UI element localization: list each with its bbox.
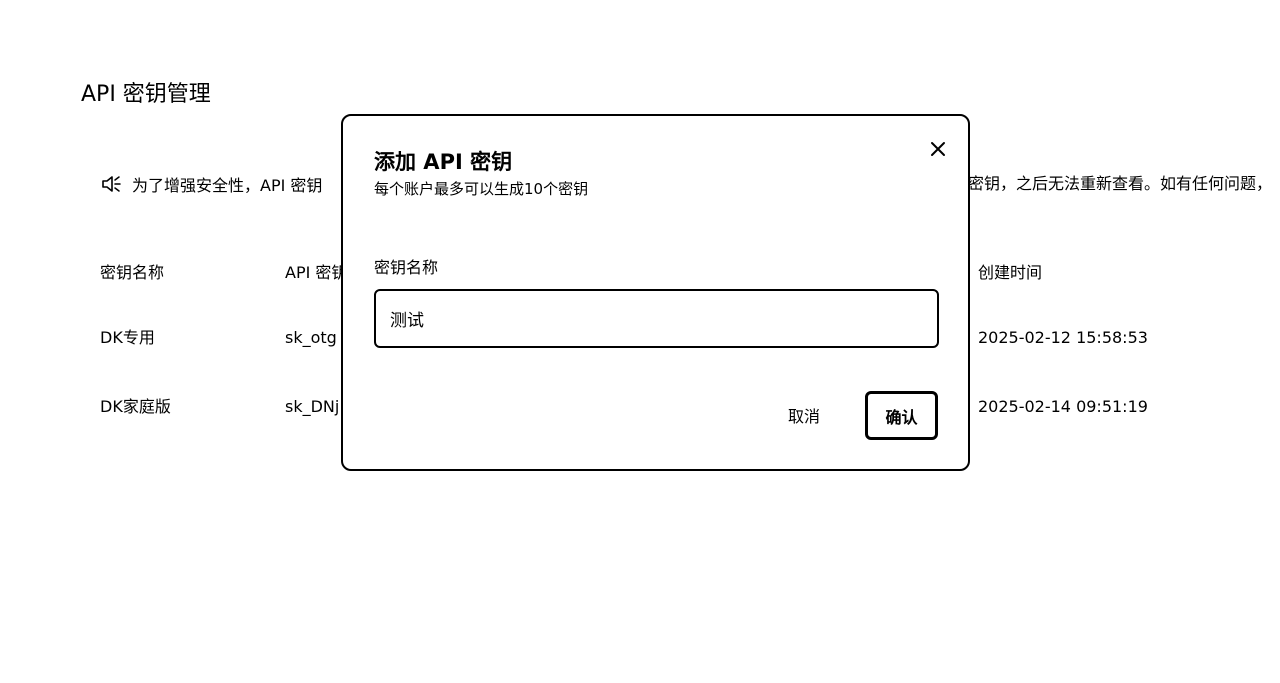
notice-text-right: 密钥，之后无法重新查看。如有任何问题， — [968, 174, 1273, 193]
header-created-time: 创建时间 — [978, 263, 1043, 282]
row-created-time: 2025-02-12 15:58:53 — [978, 328, 1148, 347]
row-created-time: 2025-02-14 09:51:19 — [978, 397, 1148, 416]
key-name-input[interactable] — [374, 289, 939, 348]
notice-text-left: 为了增强安全性，API 密钥 — [132, 176, 323, 195]
row-api-key: sk_otg — [285, 328, 337, 347]
page-title: API 密钥管理 — [81, 82, 211, 107]
header-api-key: API 密钥 — [285, 263, 348, 282]
confirm-button[interactable]: 确认 — [865, 391, 938, 440]
dialog-subtitle: 每个账户最多可以生成10个密钥 — [374, 180, 589, 198]
speaker-icon — [102, 176, 121, 192]
dialog-title: 添加 API 密钥 — [374, 150, 513, 174]
key-name-label: 密钥名称 — [374, 258, 439, 277]
add-api-key-dialog: 添加 API 密钥 每个账户最多可以生成10个密钥 密钥名称 取消 确认 — [341, 114, 970, 471]
header-key-name: 密钥名称 — [100, 263, 165, 282]
row-key-name: DK专用 — [100, 328, 155, 347]
row-key-name: DK家庭版 — [100, 397, 171, 416]
row-api-key: sk_DNj — [285, 397, 340, 416]
cancel-button[interactable]: 取消 — [771, 398, 837, 432]
security-notice: 为了增强安全性，API 密钥 — [100, 172, 322, 196]
close-icon[interactable] — [927, 138, 949, 160]
